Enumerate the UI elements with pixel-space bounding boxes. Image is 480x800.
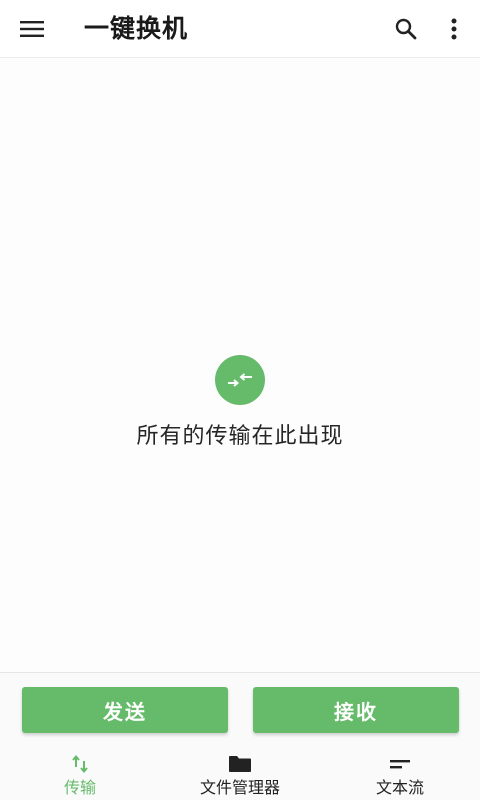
action-bar: 发送 接收 (0, 672, 480, 742)
app-root: 一键换机 所有的传输在此出现 发送 接收 传输 文件管理器 文本流 (0, 0, 480, 800)
nav-item-transfer[interactable]: 传输 (40, 742, 120, 800)
nav-label-transfer: 传输 (63, 778, 96, 797)
transfer-icon (71, 754, 89, 774)
bottom-navigation: 传输 文件管理器 文本流 (0, 742, 480, 800)
nav-item-text-flow[interactable]: 文本流 (350, 742, 450, 800)
search-icon[interactable] (392, 15, 420, 43)
send-button[interactable]: 发送 (22, 687, 228, 733)
text-lines-icon (389, 754, 411, 774)
transfer-arrows-icon (215, 355, 265, 405)
transfer-list-area: 所有的传输在此出现 (0, 58, 480, 672)
top-app-bar: 一键换机 (0, 0, 480, 58)
menu-icon[interactable] (18, 16, 46, 42)
nav-label-file-manager: 文件管理器 (199, 778, 280, 797)
more-vert-icon[interactable] (442, 15, 466, 43)
receive-button[interactable]: 接收 (253, 687, 459, 733)
folder-icon (228, 754, 252, 774)
nav-item-file-manager[interactable]: 文件管理器 (180, 742, 300, 800)
nav-label-text-flow: 文本流 (375, 778, 424, 797)
empty-state-message: 所有的传输在此出现 (136, 424, 344, 449)
page-title: 一键换机 (84, 14, 189, 43)
